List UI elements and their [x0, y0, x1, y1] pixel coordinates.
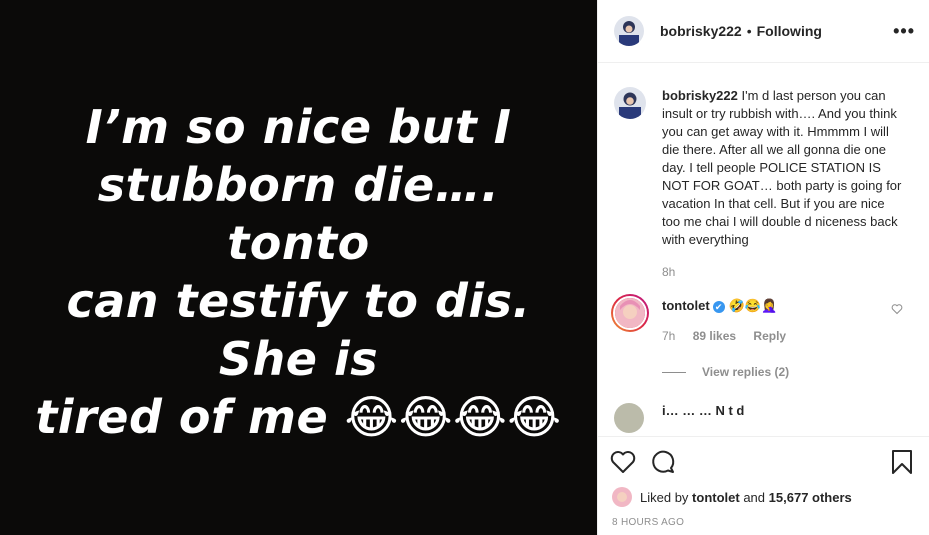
caption-avatar[interactable]: [614, 87, 646, 119]
post-actions: Liked by tontolet and 15,677 others 8 HO…: [598, 436, 929, 535]
comment-time[interactable]: 7h: [662, 329, 675, 343]
caption-meta: 8h: [662, 263, 902, 281]
story-line: tired of me 😂😂😂😂: [35, 389, 562, 444]
caption-text: I'm d last person you can insult or try …: [662, 88, 902, 247]
save-bookmark-icon[interactable]: [891, 449, 913, 475]
view-replies-label: View replies (2): [702, 365, 790, 379]
following-button[interactable]: Following: [757, 23, 822, 39]
instagram-post: I’m so nice but I stubborn die…. tonto c…: [0, 0, 929, 535]
reply-button[interactable]: Reply: [753, 329, 786, 343]
likes-summary: Liked by tontolet and 15,677 others: [610, 487, 913, 507]
story-line: stubborn die…. tonto: [97, 157, 500, 270]
story-line: can testify to dis. She is: [66, 273, 531, 386]
caption: bobrisky222 I'm d last person you can in…: [614, 87, 913, 281]
post-sidebar: bobrisky222 • Following ••• bobrisky222 …: [597, 0, 929, 535]
caption-time[interactable]: 8h: [662, 265, 675, 279]
more-options-icon[interactable]: •••: [893, 21, 915, 42]
commenter-avatar-2[interactable]: [614, 403, 644, 433]
comment-item-partial: i… … … N t d: [614, 403, 913, 433]
verified-badge-icon: ✔: [712, 300, 725, 313]
partial-comment-text: i… … … N t d: [662, 403, 745, 418]
post-image[interactable]: I’m so nice but I stubborn die…. tonto c…: [0, 0, 597, 535]
comment-meta: 7h 89 likes Reply: [662, 327, 902, 345]
author-username[interactable]: bobrisky222: [660, 23, 742, 39]
post-header: bobrisky222 • Following •••: [598, 0, 929, 63]
view-replies-button[interactable]: View replies (2): [662, 363, 902, 381]
caption-username[interactable]: bobrisky222: [662, 88, 738, 103]
liked-by-label: Liked by: [640, 489, 689, 505]
liked-and: and: [743, 489, 766, 505]
comment-item: tontolet ✔ 🤣😂🤦‍♀️ 7h 89 likes Reply View r…: [611, 294, 913, 381]
comment-username[interactable]: tontolet: [662, 298, 710, 313]
separator-dot: •: [746, 23, 752, 39]
likes-count[interactable]: 15,677 others: [769, 490, 852, 505]
author-avatar[interactable]: [614, 16, 644, 46]
story-ring[interactable]: [611, 294, 649, 332]
comment-text: 🤣😂🤦‍♀️: [728, 298, 778, 313]
comments-section[interactable]: bobrisky222 I'm d last person you can in…: [598, 63, 929, 436]
post-timestamp[interactable]: 8 HOURS AGO: [612, 517, 913, 528]
action-bar: [610, 447, 913, 477]
like-heart-icon[interactable]: [610, 450, 636, 474]
liker-username[interactable]: tontolet: [692, 490, 740, 505]
story-text: I’m so nice but I stubborn die…. tonto c…: [19, 98, 579, 446]
comment-like-heart-icon[interactable]: [891, 303, 903, 318]
story-line: I’m so nice but I: [85, 99, 512, 154]
liker-avatar[interactable]: [612, 487, 632, 507]
commenter-avatar: [613, 296, 647, 330]
comment-bubble-icon[interactable]: [650, 449, 676, 475]
divider-line: [662, 371, 686, 373]
comment-likes[interactable]: 89 likes: [693, 329, 736, 343]
